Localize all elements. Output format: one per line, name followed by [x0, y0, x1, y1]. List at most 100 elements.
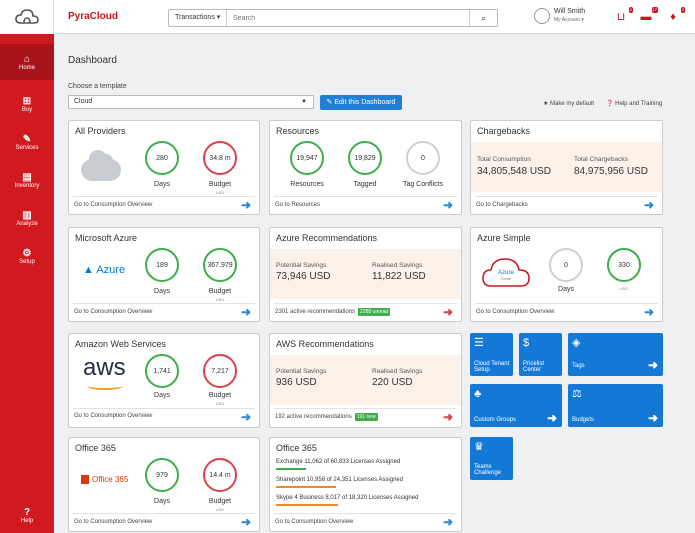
budgets-tile[interactable]: ⚖ Budgets ➜ [568, 384, 663, 427]
sidebar-item-help[interactable]: ? Help [0, 497, 54, 533]
scales-icon: ⚖ [572, 388, 582, 400]
arrow-right-icon[interactable]: ➜ [443, 306, 453, 318]
search-input[interactable] [233, 10, 433, 26]
cart-icon: ⊞ [22, 95, 32, 107]
teams-challenge-tile[interactable]: ♛ Teams Challenge [470, 437, 513, 480]
cloud-icon [81, 150, 121, 181]
bell-badge: 2 [680, 7, 685, 13]
bell-icon[interactable]: ♦ 2 [666, 7, 685, 23]
server-icon: ☰ [474, 337, 484, 349]
arrow-right-icon[interactable]: ➜ [241, 411, 251, 423]
card-title: All Providers [75, 126, 126, 136]
search-icon[interactable]: ⌕ [469, 10, 497, 26]
consumption-overview-link[interactable]: Go to Consumption Overview [275, 519, 353, 525]
tagged-label: Tagged [353, 181, 377, 188]
sidebar-item-services[interactable]: ✎ Services [0, 124, 54, 160]
sidebar-item-inventory[interactable]: ▤ Inventory [0, 162, 54, 198]
pricelist-center-tile[interactable]: $ Pricelist Center [519, 333, 562, 376]
sidebar-item-buy[interactable]: ⊞ Buy [0, 86, 54, 122]
card-title: AWS Recommendations [276, 339, 374, 349]
document-icon: ▤ [22, 171, 32, 183]
office-365-card: Office 365 Office 365 979 14.4 m Days Bu… [68, 437, 260, 532]
hierarchy-icon: ♣ [474, 388, 482, 400]
days-ring: 280 [145, 141, 179, 175]
realised-savings-value: 11,822 USD [372, 271, 426, 282]
home-icon: ⌂ [23, 53, 31, 65]
budget-label: Budget [208, 392, 232, 399]
choose-template-label: Choose a template [68, 83, 127, 90]
card-title: Azure Simple [477, 233, 531, 243]
help-training-link[interactable]: ❓ Help and Training [606, 100, 662, 107]
tags-tile[interactable]: ◈ Tags ➜ [568, 333, 663, 376]
potential-savings-label: Potential Savings [276, 262, 327, 269]
search-category-select[interactable]: Transactions ▾ [169, 10, 227, 26]
arrow-right-icon[interactable]: ➜ [644, 199, 654, 211]
potential-savings-value: 73,946 USD [276, 271, 331, 282]
budget-unit: USD [215, 507, 225, 512]
cloud-logo-icon[interactable] [0, 0, 54, 34]
sidebar-item-home[interactable]: ⌂ Home [0, 44, 54, 80]
arrow-right-icon[interactable]: ➜ [241, 199, 251, 211]
brand-name[interactable]: PyraCloud [68, 11, 118, 22]
budget-ring: 7,217 [203, 354, 237, 388]
arrow-right-icon[interactable]: ➜ [241, 306, 251, 318]
arrow-right-icon[interactable]: ➜ [443, 516, 453, 528]
sharepoint-licenses: Sharepoint 10,958 of 24,351 Licenses Ass… [276, 477, 404, 483]
sidebar: ⌂ Home ⊞ Buy ✎ Services ▤ Inventory ▥ An… [0, 0, 54, 533]
azure-logo: ▲ Azure [83, 264, 126, 276]
budget-unit: USD [215, 401, 225, 406]
page-title: Dashboard [68, 55, 117, 66]
new-badge: 191 new [354, 413, 378, 421]
recommendations-link[interactable]: 2301 active recommendations 2288 unread [275, 308, 391, 316]
template-select[interactable]: Cloud ▼ [68, 95, 314, 109]
consumption-overview-link[interactable]: Go to Consumption Overview [74, 309, 152, 315]
divider [274, 408, 457, 409]
divider [274, 303, 457, 304]
top-bar: PyraCloud Transactions ▾ ⌕ Will Smith My… [54, 0, 695, 34]
consumption-overview-link[interactable]: Go to Consumption Overview [74, 519, 152, 525]
arrow-right-icon[interactable]: ➜ [241, 516, 251, 528]
divider [274, 196, 457, 197]
consumption-overview-link[interactable]: Go to Consumption Overview [476, 309, 554, 315]
card-title: Resources [276, 126, 320, 136]
cloud-tenant-setup-tile[interactable]: ☰ Cloud Tenant Setup [470, 333, 513, 376]
all-providers-card: All Providers 280 34.8 m Days Budget USD… [68, 120, 260, 215]
card-title: Office 365 [276, 443, 317, 453]
consumption-overview-link[interactable]: Go to Consumption Overview [74, 202, 152, 208]
tag-conflicts-label: Tag Conflicts [402, 181, 444, 188]
skype-licenses: Skype 4 Business 8,017 of 18,320 License… [276, 495, 419, 501]
arrow-right-icon[interactable]: ➜ [443, 411, 453, 423]
arrow-right-icon[interactable]: ➜ [644, 306, 654, 318]
arrow-right-icon[interactable]: ➜ [443, 199, 453, 211]
total-chargebacks-value: 84,975,956 USD [574, 166, 648, 177]
unread-badge: 2288 unread [358, 308, 391, 316]
days-label: Days [154, 392, 170, 399]
sidebar-item-setup[interactable]: ⚙ Setup [0, 238, 54, 274]
recommendations-link[interactable]: 192 active recommendations 191 new [275, 413, 378, 421]
consumption-overview-link[interactable]: Go to Consumption Overview [74, 413, 152, 419]
truck-icon[interactable]: ▬ 17 [639, 7, 658, 23]
edit-dashboard-button[interactable]: ✎ Edit this Dashboard [320, 95, 402, 110]
tile-label: Pricelist Center [523, 361, 545, 373]
custom-groups-tile[interactable]: ♣ Custom Groups ➜ [470, 384, 562, 427]
cart-icon[interactable]: ⊔ 0 [614, 7, 633, 23]
divider [475, 303, 658, 304]
resources-link[interactable]: Go to Resources [275, 202, 320, 208]
tag-icon: ◈ [572, 337, 581, 349]
azure-recommendations-card: Azure Recommendations Potential Savings … [269, 227, 462, 322]
microsoft-azure-card: Microsoft Azure ▲ Azure 189 367,979 Days… [68, 227, 260, 322]
my-account-link[interactable]: My Account ▾ [554, 17, 584, 23]
make-default-link[interactable]: ★ Make my default [543, 100, 594, 107]
card-title: Microsoft Azure [75, 233, 138, 243]
office-365-licenses-card: Office 365 Exchange 11,062 of 60,833 Lic… [269, 437, 462, 532]
days-label: Days [154, 181, 170, 188]
sidebar-item-label: Inventory [14, 182, 40, 189]
sidebar-item-label: Buy [21, 106, 33, 113]
chargebacks-link[interactable]: Go to Chargebacks [476, 202, 528, 208]
tag-conflicts-ring: 0 [406, 141, 440, 175]
sidebar-item-analyze[interactable]: ▥ Analyze [0, 200, 54, 236]
recommendations-count: 2301 active recommendations [275, 309, 356, 315]
budget-ring: 330 [607, 248, 641, 282]
resources-card: Resources 19,947 19,829 0 Resources Tagg… [269, 120, 462, 215]
budget-label: Budget [208, 181, 232, 188]
